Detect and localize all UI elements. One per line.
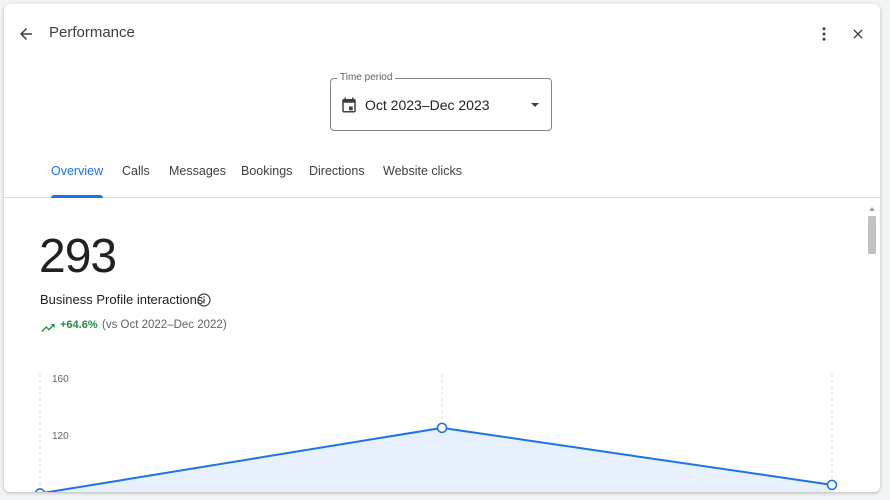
page-title: Performance xyxy=(49,24,135,41)
comparison-period: (vs Oct 2022–Dec 2022) xyxy=(102,319,227,331)
tab-label: Bookings xyxy=(241,164,293,178)
chart-data-point[interactable] xyxy=(826,479,838,491)
tab-website-clicks[interactable]: Website clicks xyxy=(383,164,462,198)
tab-bar: Overview Calls Messages Bookings Directi… xyxy=(4,154,880,198)
tab-calls[interactable]: Calls xyxy=(122,164,150,198)
time-period-select[interactable]: Time period Oct 2023–Dec 2023 xyxy=(330,71,552,131)
back-arrow-icon xyxy=(20,28,32,40)
y-tick-label: 160 xyxy=(52,374,69,385)
back-button[interactable] xyxy=(14,22,38,46)
tab-label: Website clicks xyxy=(383,164,462,178)
scroll-up-icon[interactable] xyxy=(868,205,876,213)
close-icon xyxy=(853,29,863,39)
tab-messages[interactable]: Messages xyxy=(169,164,226,198)
y-tick-label: 120 xyxy=(52,431,69,442)
calendar-icon xyxy=(342,97,356,113)
tab-label: Directions xyxy=(309,164,365,178)
trending-up-icon xyxy=(41,324,55,332)
tab-bookings[interactable]: Bookings xyxy=(241,164,292,198)
more-vert-icon xyxy=(822,27,826,41)
metric-label: Business Profile interactions xyxy=(40,292,204,307)
change-value: +64.6% xyxy=(60,319,98,331)
tab-overview[interactable]: Overview xyxy=(51,164,104,198)
dropdown-arrow-icon xyxy=(531,103,539,107)
chart-area xyxy=(40,427,832,492)
tab-label: Messages xyxy=(169,164,226,178)
tab-label: Overview xyxy=(51,164,104,178)
chart-data-point[interactable] xyxy=(34,488,46,492)
interactions-chart: 160 120 xyxy=(34,374,838,492)
chart-data-point[interactable] xyxy=(436,422,448,434)
active-tab-indicator xyxy=(51,195,104,198)
info-icon[interactable] xyxy=(196,292,212,308)
time-period-label: Time period xyxy=(337,71,396,85)
more-options-button[interactable] xyxy=(812,22,836,46)
close-button[interactable] xyxy=(846,22,870,46)
tab-directions[interactable]: Directions xyxy=(309,164,365,198)
scrollbar[interactable] xyxy=(866,199,878,492)
tab-label: Calls xyxy=(122,164,150,178)
performance-panel: Performance Time period Oct 2023–Dec 202… xyxy=(4,4,880,492)
time-period-value: Oct 2023–Dec 2023 xyxy=(365,97,490,113)
scrollbar-thumb[interactable] xyxy=(868,216,876,254)
top-bar: Performance xyxy=(4,4,880,64)
interactions-total: 293 xyxy=(39,230,117,283)
